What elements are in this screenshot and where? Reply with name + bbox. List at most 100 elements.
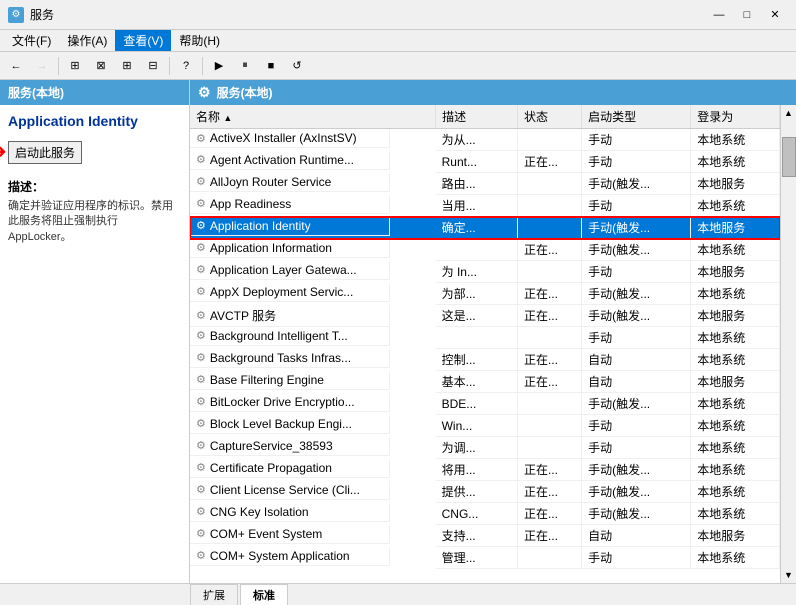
col-status[interactable]: 状态 [517,105,581,129]
table-row[interactable]: ⚙Agent Activation Runtime...Runt...正在...… [190,151,780,173]
service-login-cell: 本地系统 [691,503,780,525]
service-startup-cell: 手动 [582,547,691,569]
forward-button[interactable]: → [30,55,54,77]
vertical-scrollbar[interactable]: ▲ ▼ [780,105,796,583]
new-window-button[interactable]: ⊞ [115,55,139,77]
show-hide-button[interactable]: ⊞ [63,55,87,77]
service-name-cell: Certificate Propagation [210,461,332,475]
table-row[interactable]: ⚙AppX Deployment Servic...为部...正在...手动(触… [190,283,780,305]
service-name-cell: Application Information [210,241,332,255]
table-row[interactable]: ⚙Application Identity确定...手动(触发...本地服务 [190,217,780,239]
restart-button[interactable]: ↺ [285,55,309,77]
table-row[interactable]: ⚙Application Layer Gatewa...为 In...手动本地服… [190,261,780,283]
table-row[interactable]: ⚙App Readiness当用...手动本地系统 [190,195,780,217]
tab-standard[interactable]: 标准 [240,584,288,605]
table-row[interactable]: ⚙Client License Service (Cli...提供...正在..… [190,481,780,503]
toolbar-separator-2 [169,57,170,75]
service-gear-icon: ⚙ [196,241,206,254]
service-desc-cell: 支持... [436,525,518,547]
service-status-cell [517,437,581,459]
service-desc-cell: 提供... [436,481,518,503]
play-button[interactable]: ▶ [207,55,231,77]
table-row[interactable]: ⚙COM+ System Application管理...手动本地系统 [190,547,780,569]
service-desc-cell: Runt... [436,151,518,173]
pause-button[interactable]: ⏸ [233,55,257,77]
table-row[interactable]: ⚙CaptureService_38593为调...手动本地系统 [190,437,780,459]
title-text: 服务 [30,6,54,23]
table-row[interactable]: ⚙Block Level Backup Engi...Win...手动本地系统 [190,415,780,437]
minimize-button[interactable]: — [706,5,732,25]
toolbar-separator-1 [58,57,59,75]
service-login-cell: 本地系统 [691,437,780,459]
left-panel: 服务(本地) Application Identity ➜ 启动此服务 描述： … [0,80,190,583]
service-login-cell: 本地服务 [691,525,780,547]
col-login[interactable]: 登录为 [691,105,780,129]
right-panel-header: ⚙ 服务(本地) [190,80,796,105]
service-status-cell [517,547,581,569]
col-startup[interactable]: 启动类型 [582,105,691,129]
col-desc[interactable]: 描述 [436,105,518,129]
services-table-scroll[interactable]: 名称 描述 状态 启动类型 登录为 ⚙ActiveX Installer (Ax… [190,105,796,583]
service-login-cell: 本地系统 [691,393,780,415]
service-name-cell: App Readiness [210,197,291,211]
service-startup-cell: 手动(触发... [582,481,691,503]
table-row[interactable]: ⚙BitLocker Drive Encryptio...BDE...手动(触发… [190,393,780,415]
service-gear-icon: ⚙ [196,527,206,540]
service-gear-icon: ⚙ [196,373,206,386]
services-icon: ⚙ [198,84,211,101]
table-row[interactable]: ⚙COM+ Event System支持...正在...自动本地服务 [190,525,780,547]
service-status-cell [517,173,581,195]
service-gear-icon: ⚙ [196,461,206,474]
service-desc-cell: 为部... [436,283,518,305]
table-row[interactable]: ⚙AllJoyn Router Service路由...手动(触发...本地服务 [190,173,780,195]
service-gear-icon: ⚙ [196,153,206,166]
scroll-up-button[interactable]: ▲ [781,105,796,121]
menu-file[interactable]: 文件(F) [4,30,59,51]
maximize-button[interactable]: □ [734,5,760,25]
service-status-cell [517,217,581,239]
table-row[interactable]: ⚙ActiveX Installer (AxInstSV)为从...手动本地系统 [190,129,780,151]
service-status-cell: 正在... [517,305,581,327]
menu-action[interactable]: 操作(A) [59,30,115,51]
close-button[interactable]: ✕ [762,5,788,25]
menu-view[interactable]: 查看(V) [115,30,171,51]
table-row[interactable]: ⚙CNG Key IsolationCNG...正在...手动(触发...本地系… [190,503,780,525]
service-desc-cell: 为从... [436,129,518,151]
stop-button[interactable]: ■ [259,55,283,77]
properties-button[interactable]: ⊟ [141,55,165,77]
col-name[interactable]: 名称 [190,105,436,129]
service-name-cell: Agent Activation Runtime... [210,153,354,167]
service-status-cell [517,393,581,415]
service-name-cell: Background Intelligent T... [210,329,348,343]
table-row[interactable]: ⚙AVCTP 服务这是...正在...手动(触发...本地服务 [190,305,780,327]
table-row[interactable]: ⚙Background Intelligent T...手动本地系统 [190,327,780,349]
scroll-down-button[interactable]: ▼ [781,567,796,583]
service-name-cell: Application Identity [210,219,311,233]
menu-help[interactable]: 帮助(H) [171,30,228,51]
table-row[interactable]: ⚙Base Filtering Engine基本...正在...自动本地服务 [190,371,780,393]
service-login-cell: 本地服务 [691,261,780,283]
service-desc-cell: CNG... [436,503,518,525]
help-button[interactable]: ? [174,55,198,77]
main-content: 服务(本地) Application Identity ➜ 启动此服务 描述： … [0,80,796,583]
table-row[interactable]: ⚙Certificate Propagation将用...正在...手动(触发.… [190,459,780,481]
start-service-link[interactable]: 启动此服务 [8,141,82,164]
service-startup-cell: 自动 [582,349,691,371]
service-desc-cell: 管理... [436,547,518,569]
service-status-cell: 正在... [517,481,581,503]
scope-button[interactable]: ⊠ [89,55,113,77]
back-button[interactable]: ← [4,55,28,77]
service-login-cell: 本地系统 [691,195,780,217]
window-controls: — □ ✕ [706,5,788,25]
app-icon: ⚙ [8,7,24,23]
service-name-cell: AppX Deployment Servic... [210,285,353,299]
left-panel-title: 服务(本地) [8,86,64,100]
scroll-thumb[interactable] [782,137,796,177]
service-startup-cell: 手动(触发... [582,283,691,305]
service-startup-cell: 手动(触发... [582,305,691,327]
table-row[interactable]: ⚙Background Tasks Infras...控制...正在...自动本… [190,349,780,371]
arrow-indicator: ➜ [0,139,7,164]
service-status-cell: 正在... [517,283,581,305]
tab-expand[interactable]: 扩展 [190,584,238,605]
table-row[interactable]: ⚙Application Information正在...手动(触发...本地系… [190,239,780,261]
